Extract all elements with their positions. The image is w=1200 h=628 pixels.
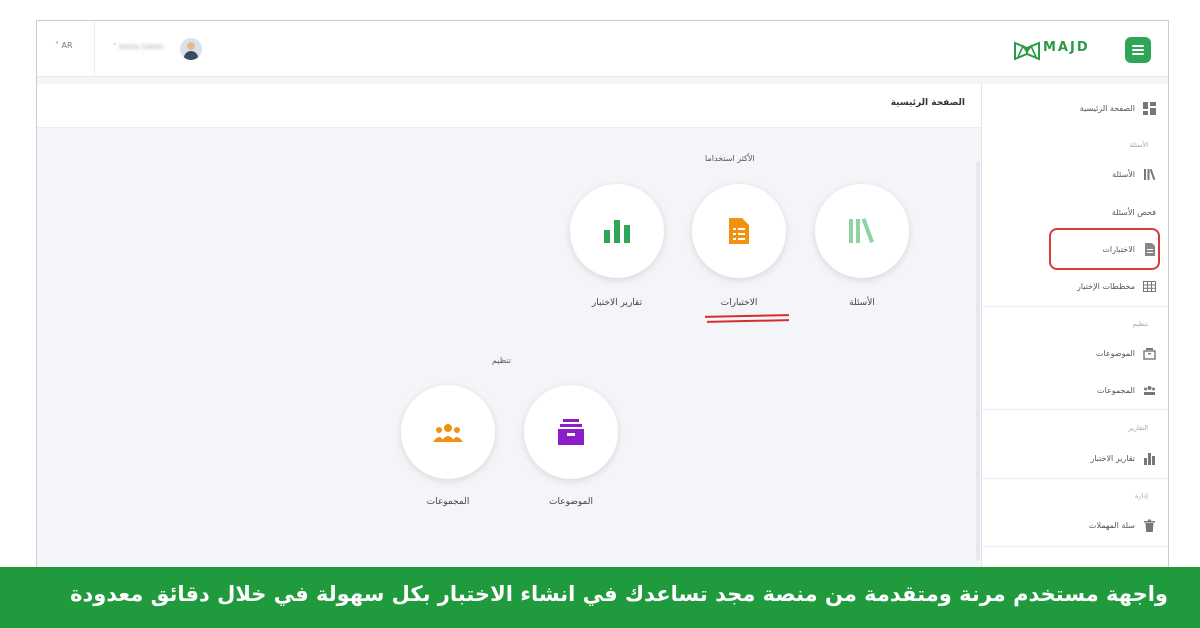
divider	[982, 409, 1168, 410]
sidebar-section-organize: تنظيم	[1132, 320, 1148, 328]
sidebar-item-questions[interactable]: الأسئلة	[1112, 164, 1156, 184]
book-logo-icon	[1014, 41, 1040, 61]
archive-icon	[1143, 347, 1156, 360]
divider	[94, 21, 95, 77]
sidebar-item-test-reports[interactable]: تقارير الاختبار	[1090, 448, 1156, 468]
trash-icon	[1144, 519, 1155, 532]
page-title: الصفحة الرئيسية	[890, 98, 965, 108]
sidebar-section-questions: الأسئلة	[1129, 141, 1148, 149]
divider	[982, 546, 1168, 547]
archive-icon	[558, 419, 584, 445]
annotation-underline	[704, 314, 790, 318]
annotation-highlight-box	[1049, 228, 1160, 270]
table-icon	[1143, 280, 1156, 292]
sidebar-item-label: الموضوعات	[1095, 348, 1135, 358]
sidebar-section-admin: إدارة	[1134, 492, 1148, 500]
sidebar-item-groups[interactable]: المجموعات	[1097, 380, 1156, 400]
test-reports-tile-label: تقارير الاختبار	[591, 298, 643, 308]
sidebar-item-check-questions[interactable]: فحص الأسئلة	[1112, 202, 1156, 222]
questions-tile[interactable]	[815, 184, 909, 278]
sidebar-item-label: الأسئلة	[1112, 169, 1135, 179]
sidebar-item-label: الصفحة الرئيسية	[1079, 103, 1135, 113]
sidebar-item-label: سلة المهملات	[1088, 520, 1135, 530]
books-icon	[849, 218, 874, 243]
group-icon	[433, 424, 463, 442]
sidebar-item-home[interactable]: الصفحة الرئيسية	[1080, 98, 1156, 118]
most-used-label: الأكثر استخداما	[705, 154, 755, 163]
language-label: AR	[61, 41, 73, 50]
user-menu[interactable]: ˅ Amira Salem	[113, 43, 163, 51]
group-icon	[1144, 385, 1155, 395]
app-window: ˅ AR ˅ Amira Salem MAJD الصفحة الرئيسية …	[36, 20, 1169, 570]
sidebar-item-label: مخططات الإختبار	[1077, 281, 1135, 291]
tests-tile-label: الاختبارات	[720, 298, 758, 308]
menu-toggle-button[interactable]	[1125, 37, 1151, 63]
user-name: Amira Salem	[118, 43, 164, 51]
top-bar: ˅ AR ˅ Amira Salem MAJD	[37, 21, 1168, 77]
test-reports-tile[interactable]	[570, 184, 664, 278]
annotation-underline	[706, 319, 790, 323]
organize-label: تنظيم	[492, 356, 511, 365]
sidebar-item-label: فحص الأسئلة	[1111, 207, 1156, 217]
groups-tile[interactable]	[401, 385, 495, 479]
chevron-down-icon: ˅	[113, 43, 119, 51]
language-selector[interactable]: ˅ AR	[55, 41, 73, 50]
avatar[interactable]	[180, 38, 202, 60]
dashboard-icon	[1143, 101, 1156, 115]
topics-tile-label: الموضوعات	[549, 497, 593, 507]
sidebar-item-topics[interactable]: الموضوعات	[1096, 343, 1156, 363]
caption-banner: واجهة مستخدم مرنة ومتقدمة من منصة مجد تس…	[0, 567, 1200, 628]
divider	[982, 306, 1168, 307]
bar-chart-icon	[1144, 452, 1155, 465]
brand-logo[interactable]: MAJD	[1013, 37, 1099, 63]
sidebar: الصفحة الرئيسية الأسئلة الأسئلة فحص الأس…	[981, 84, 1168, 569]
questions-tile-label: الأسئلة	[849, 298, 875, 308]
tests-tile[interactable]	[692, 184, 786, 278]
sidebar-section-reports: التقارير	[1128, 424, 1148, 432]
bar-chart-icon	[604, 220, 630, 243]
divider	[982, 478, 1168, 479]
scrollbar[interactable]	[976, 161, 980, 561]
caption-text: واجهة مستخدم مرنة ومتقدمة من منصة مجد تس…	[70, 582, 1168, 606]
page-header: الصفحة الرئيسية	[37, 84, 981, 128]
sidebar-item-label: المجموعات	[1097, 385, 1135, 395]
books-icon	[1144, 168, 1156, 180]
brand-name: MAJD	[1043, 40, 1090, 55]
document-icon	[729, 218, 749, 244]
topics-tile[interactable]	[524, 385, 618, 479]
sidebar-item-test-plans[interactable]: مخططات الإختبار	[1077, 276, 1156, 296]
sidebar-item-label: تقارير الاختبار	[1090, 453, 1135, 463]
groups-tile-label: المجموعات	[426, 497, 470, 507]
sidebar-item-recycle-bin[interactable]: سلة المهملات	[1089, 515, 1156, 535]
